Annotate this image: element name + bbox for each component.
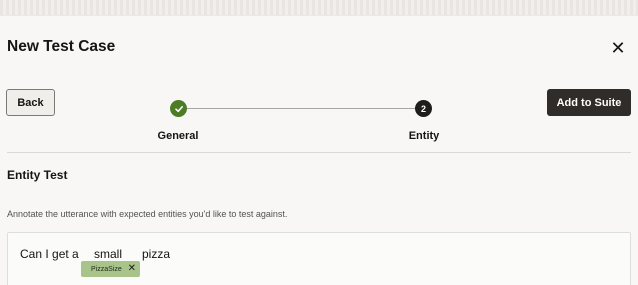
utterance-word: Can I get a xyxy=(20,247,79,261)
helper-text: Annotate the utterance with expected ent… xyxy=(7,209,288,219)
section-divider xyxy=(7,152,631,153)
utterance-annotation-box[interactable]: Can I get a small pizza PizzaSize ✕ xyxy=(7,232,631,285)
add-to-suite-button[interactable]: Add to Suite xyxy=(547,89,631,116)
step-connector-line xyxy=(186,108,416,109)
background-header-strip xyxy=(0,0,638,16)
remove-entity-icon[interactable]: ✕ xyxy=(128,261,136,277)
check-icon xyxy=(174,105,183,112)
utterance-word: pizza xyxy=(142,247,171,261)
step-entity-indicator[interactable]: 2 xyxy=(415,100,432,117)
dialog-title: New Test Case xyxy=(7,38,116,55)
entity-chip[interactable]: PizzaSize ✕ xyxy=(81,261,140,277)
utterance-word-annotated[interactable]: small xyxy=(94,247,122,261)
new-test-case-dialog: New Test Case ✕ Back Add to Suite Genera… xyxy=(0,16,638,285)
entity-chip-label: PizzaSize xyxy=(91,265,122,273)
section-title: Entity Test xyxy=(7,168,68,182)
step-general-indicator[interactable] xyxy=(170,100,187,117)
close-icon[interactable]: ✕ xyxy=(608,38,628,58)
back-button[interactable]: Back xyxy=(6,89,55,116)
step-entity-label[interactable]: Entity xyxy=(409,130,440,142)
step-general-label[interactable]: General xyxy=(158,130,199,142)
